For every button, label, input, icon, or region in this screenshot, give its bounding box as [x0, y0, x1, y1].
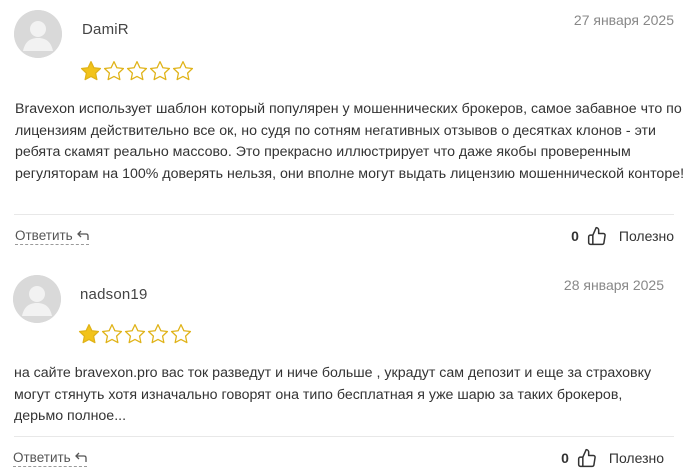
thumbs-up-icon: [577, 448, 596, 468]
avatar: [13, 275, 61, 323]
reply-label: Ответить: [13, 450, 71, 465]
star-empty-icon: [101, 324, 123, 344]
star-filled-icon: [78, 324, 100, 344]
review-item: nadson19 28 января 2025 на сайте bravexo…: [0, 0, 700, 474]
review-date: 28 января 2025: [563, 277, 664, 293]
review-text: на сайте bravexon.pro вас ток разведут и…: [14, 365, 652, 424]
reply-arrow-icon: [74, 452, 87, 462]
review-author: nadson19: [80, 286, 148, 303]
star-empty-icon: [170, 324, 192, 344]
user-silhouette-icon: [13, 275, 61, 323]
star-empty-icon: [124, 324, 146, 344]
star-empty-icon: [147, 324, 169, 344]
divider: [14, 436, 674, 437]
like-count: 0: [561, 450, 569, 466]
like-controls: 0 Полезно: [561, 448, 664, 468]
rating-stars: [78, 323, 192, 345]
reply-button[interactable]: Ответить: [13, 450, 87, 467]
useful-button[interactable]: Полезно: [609, 450, 664, 466]
like-button[interactable]: [577, 448, 597, 468]
